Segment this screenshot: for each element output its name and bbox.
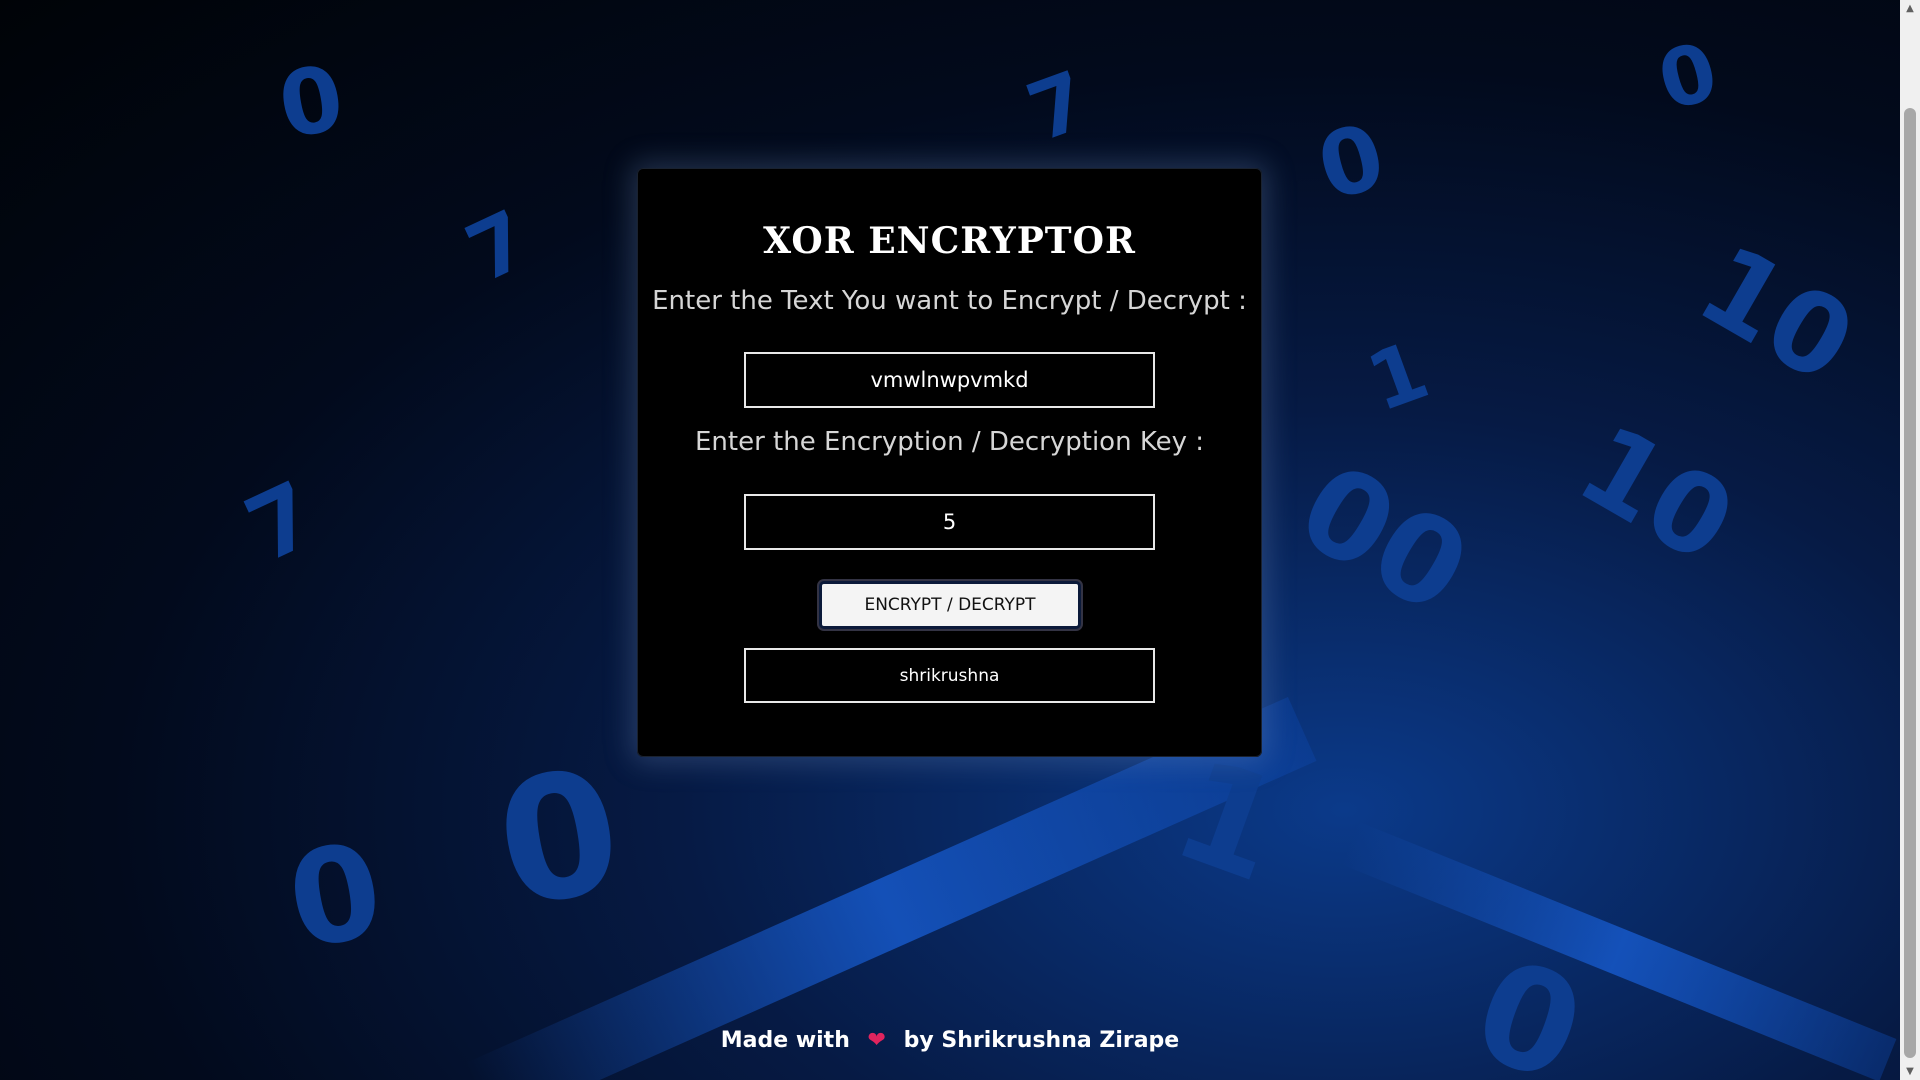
heart-icon: ❤ xyxy=(867,1028,886,1053)
footer-prefix: Made with xyxy=(720,1028,850,1053)
background-glyph: 0 xyxy=(271,45,352,160)
output-field: shrikrushna xyxy=(744,648,1155,703)
text-input-label: Enter the Text You want to Encrypt / Dec… xyxy=(652,286,1247,316)
background-glyph: 7 xyxy=(230,461,332,584)
encryptor-card: XOR ENCRYPTOR Enter the Text You want to… xyxy=(637,168,1262,757)
key-input[interactable] xyxy=(744,494,1155,550)
background-glyph: 0 xyxy=(277,813,393,979)
vertical-scrollbar[interactable]: ▲ ▼ xyxy=(1900,0,1920,1080)
encrypt-decrypt-button[interactable]: ENCRYPT / DECRYPT xyxy=(819,581,1081,629)
background-glyph: 0 xyxy=(483,731,635,947)
background-glyph: 1 xyxy=(1355,323,1440,430)
text-input[interactable] xyxy=(744,352,1155,408)
background-glyph: 10 xyxy=(1558,400,1755,588)
scrollbar-thumb[interactable] xyxy=(1904,108,1916,1058)
scroll-up-icon[interactable]: ▲ xyxy=(1900,0,1920,17)
background-glyph: 10 xyxy=(1678,220,1875,408)
page-title: XOR ENCRYPTOR xyxy=(763,220,1136,262)
background-glyph: 0 xyxy=(1307,103,1396,222)
footer-credit: Made with ❤ by Shrikrushna Zirape xyxy=(0,1028,1900,1053)
background-glyph: 7 xyxy=(1015,53,1100,160)
scroll-down-icon[interactable]: ▼ xyxy=(1900,1063,1920,1080)
background-glyph: 0 xyxy=(1648,24,1727,129)
footer-suffix: by Shrikrushna Zirape xyxy=(903,1028,1180,1053)
background-glyph: 7 xyxy=(452,192,543,301)
key-input-label: Enter the Encryption / Decryption Key : xyxy=(695,427,1204,457)
background-glyph: 00 xyxy=(1276,437,1491,642)
output-text: shrikrushna xyxy=(899,665,1000,686)
